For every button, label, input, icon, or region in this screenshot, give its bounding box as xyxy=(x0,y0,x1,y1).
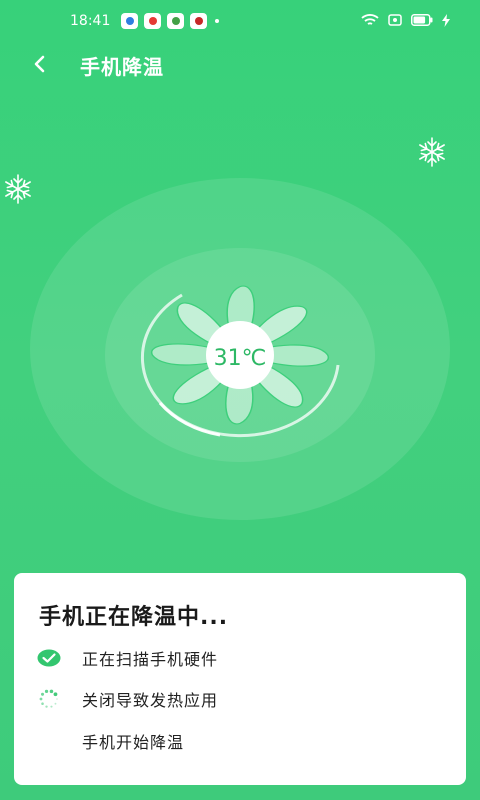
screen-record-icon xyxy=(388,14,402,26)
cooling-progress-card: 手机正在降温中... 正在扫描手机硬件 关闭导致发热应用 手机开始降温 xyxy=(14,573,466,785)
notification-icons xyxy=(121,13,219,29)
spinner-dot xyxy=(54,702,57,705)
step-label: 关闭导致发热应用 xyxy=(82,691,219,710)
spinner-dot xyxy=(41,702,44,705)
loading-spinner-icon xyxy=(36,687,62,711)
spinner-dot xyxy=(53,692,58,697)
app-header: 手机降温 xyxy=(0,44,480,88)
page-title: 手机降温 xyxy=(80,55,164,79)
snowflake-icon xyxy=(419,137,445,167)
status-bar: 18:41 xyxy=(0,0,480,44)
check-circle-icon xyxy=(36,646,62,670)
pending-step-placeholder xyxy=(36,729,62,753)
more-notifications-dot xyxy=(215,19,219,23)
chevron-left-icon xyxy=(34,55,45,73)
step-start-cooling: 手机开始降温 xyxy=(36,729,436,753)
back-button[interactable] xyxy=(26,50,54,78)
snowflake-icon xyxy=(5,174,31,204)
step-label: 手机开始降温 xyxy=(82,733,185,752)
status-time: 18:41 xyxy=(70,13,111,29)
app-notification-icon xyxy=(167,13,184,29)
spinner-dot xyxy=(39,697,43,701)
spinner-dot xyxy=(49,689,54,694)
card-title: 手机正在降温中... xyxy=(39,605,229,630)
app-notification-icon xyxy=(121,13,138,29)
charging-icon xyxy=(442,13,450,27)
battery-icon xyxy=(411,14,433,26)
wifi-icon xyxy=(361,14,379,25)
step-close-hot-apps: 关闭导致发热应用 xyxy=(36,687,436,711)
spinner-dot xyxy=(45,705,48,708)
app-notification-icon xyxy=(190,13,207,29)
spinner-dot xyxy=(56,698,58,700)
step-label: 正在扫描手机硬件 xyxy=(82,650,219,669)
step-scan-hardware: 正在扫描手机硬件 xyxy=(36,646,436,670)
temperature-readout: 31℃ xyxy=(213,345,267,371)
spinner-dot xyxy=(50,705,53,708)
status-indicators xyxy=(361,13,450,27)
spinner-dot xyxy=(44,689,49,694)
spinner-dot xyxy=(41,692,45,696)
app-notification-icon xyxy=(144,13,161,29)
